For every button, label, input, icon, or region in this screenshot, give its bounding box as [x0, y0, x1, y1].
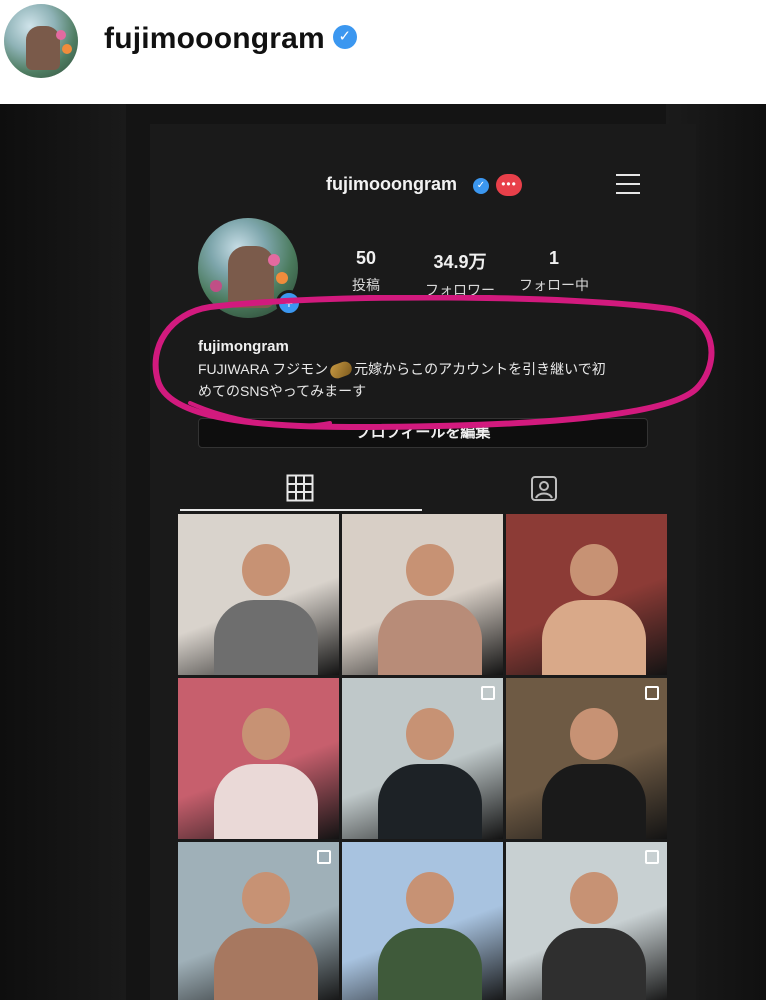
multi-photo-icon	[481, 686, 495, 700]
tab-underline	[180, 509, 422, 511]
post-tile[interactable]	[178, 842, 339, 1000]
post-tile[interactable]	[342, 678, 503, 839]
multi-photo-icon	[645, 850, 659, 864]
post-tile[interactable]	[342, 842, 503, 1000]
stat-following-value: 1	[548, 248, 559, 268]
post-tile[interactable]	[506, 514, 667, 675]
notification-badge[interactable]: •••	[496, 174, 522, 196]
grid-icon[interactable]	[286, 474, 314, 502]
post-header: fujimooongram ✓	[0, 0, 766, 104]
post-tile[interactable]	[506, 678, 667, 839]
stat-posts[interactable]: 50 投稿	[340, 248, 392, 295]
profile-top-username: fujimooongram	[326, 174, 457, 194]
stat-followers[interactable]: 34.9万 フォロワー	[418, 248, 502, 300]
stat-following-label: フォロー中	[519, 277, 589, 293]
stat-posts-value: 50	[355, 248, 377, 268]
post-tile[interactable]	[178, 514, 339, 675]
multi-photo-icon	[645, 686, 659, 700]
multi-photo-icon	[317, 850, 331, 864]
verified-icon: ✓	[332, 25, 357, 50]
tagged-icon[interactable]	[530, 474, 558, 502]
post-username[interactable]: fujimooongram ✓	[104, 22, 357, 56]
post-tile[interactable]	[342, 514, 503, 675]
post-tile[interactable]	[506, 842, 667, 1000]
highlight-annotation	[152, 295, 715, 431]
verified-icon: ✓	[473, 178, 489, 194]
post-username-text[interactable]: fujimooongram	[104, 22, 325, 55]
post-grid	[178, 514, 668, 1000]
menu-icon[interactable]	[616, 174, 640, 196]
stat-followers-value: 34.9万	[433, 252, 487, 272]
post-avatar[interactable]	[4, 4, 78, 78]
stat-following[interactable]: 1 フォロー中	[514, 248, 594, 295]
post-tile[interactable]	[178, 678, 339, 839]
stat-posts-label: 投稿	[352, 277, 380, 293]
